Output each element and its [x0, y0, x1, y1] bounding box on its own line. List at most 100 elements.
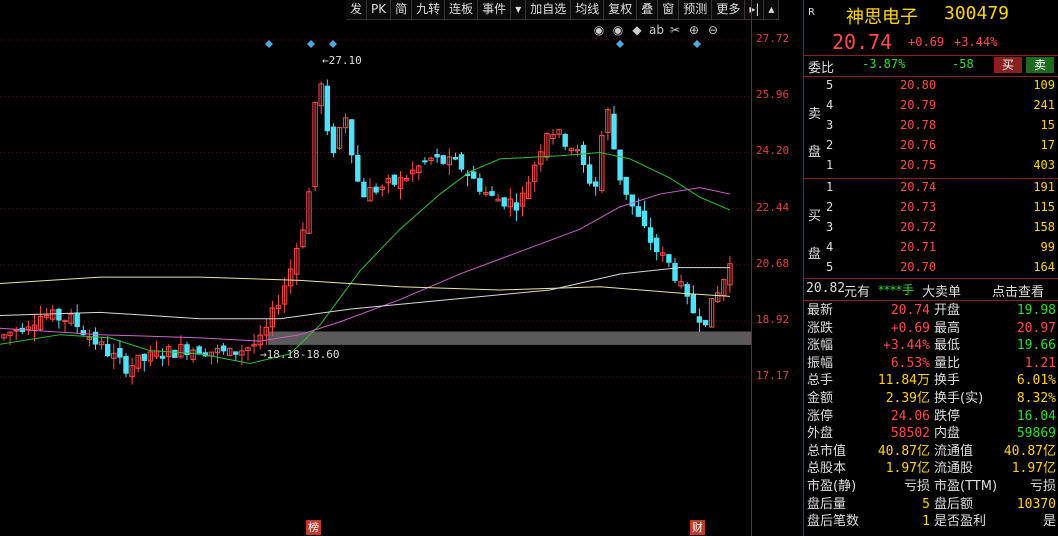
stat-label: 盘后量	[807, 496, 847, 512]
level-volume: 15	[1040, 118, 1055, 132]
stat-label: 最新	[807, 303, 834, 318]
sell-label-char-2: 盘	[808, 145, 822, 160]
level-price: 20.80	[900, 78, 937, 92]
big-order-amount: ****手	[878, 283, 915, 297]
level-index: 5	[826, 260, 834, 274]
stat-value: 亏损	[1029, 479, 1056, 494]
buy-label-char-1: 买	[808, 209, 822, 224]
candle-down	[373, 186, 379, 193]
chart-tool-icons: ◉ ◉ ◆ ab ✂ ⊕ ⊖	[592, 22, 720, 38]
candle-down	[593, 181, 599, 187]
bid-level[interactable]: 3 20.72 158	[804, 219, 1058, 236]
price-axis: 27.72 25.96 24.20 22.44 20.68 18.92 17.17	[751, 0, 804, 536]
axis-tick-label: 22.44	[756, 200, 790, 214]
stat-value: 10370	[1016, 496, 1056, 512]
candle-down	[74, 312, 80, 328]
candle-down	[623, 176, 629, 195]
axis-tick-label: 17.17	[756, 369, 790, 383]
toolbar-item[interactable]: 事件	[478, 0, 512, 19]
candle-down	[233, 351, 239, 355]
stat-value: 58502	[890, 426, 930, 442]
event-diamond-marker[interactable]	[307, 40, 315, 48]
event-diamond-marker[interactable]	[693, 40, 701, 48]
candle-down	[105, 343, 111, 357]
bid-level[interactable]: 1 20.74 191	[804, 179, 1058, 196]
level-price: 20.71	[900, 240, 937, 254]
ab-icon[interactable]: ab	[649, 22, 664, 38]
order-ratio-row: 委比 -3.87% -58 买 卖	[804, 57, 1058, 76]
ask-level[interactable]: 1 20.75 403	[804, 157, 1058, 174]
eye-icon[interactable]: ◉	[611, 22, 625, 38]
ask-level[interactable]: 5 20.80 109	[804, 77, 1058, 94]
toolbar-item[interactable]: PK	[367, 0, 392, 19]
toolbar-item[interactable]: ▾	[511, 0, 527, 19]
toolbar-item[interactable]: 叠	[637, 0, 659, 19]
stat-value: 16.04	[1016, 408, 1056, 424]
bid-level[interactable]: 5 20.70 164	[804, 259, 1058, 276]
eye-icon[interactable]: ◉	[592, 22, 606, 38]
sell-side-label: 卖 盘	[808, 96, 821, 172]
stat-label: 流通股	[934, 461, 974, 477]
candle-down	[666, 254, 672, 263]
plus-icon[interactable]: ⊕	[687, 22, 701, 38]
stat-label: 涨跌	[807, 320, 834, 336]
sell-button[interactable]: 卖	[1026, 57, 1054, 73]
candle-down	[330, 126, 337, 154]
stat-label: 市盈(静)	[807, 479, 857, 494]
candle-down	[141, 353, 148, 361]
bid-level[interactable]: 2 20.73 115	[804, 199, 1058, 216]
candle-down	[580, 144, 587, 165]
toolbar-item[interactable]: 均线	[571, 0, 605, 19]
stat-value: 8.32%	[1016, 391, 1056, 406]
kline-chart-area[interactable]: ←27.10 →18.18-18.60 发 PK 简九转 连板 事件 ▾ 加自选 均线 复权叠窗预…	[0, 0, 803, 536]
toolbar-item[interactable]: 九转	[412, 0, 446, 19]
event-diamond-marker[interactable]	[616, 40, 624, 48]
big-order-link[interactable]: 点击查看	[992, 281, 1044, 300]
toolbar-item[interactable]: 更多	[712, 0, 746, 19]
cai-marker[interactable]: 财	[690, 520, 705, 535]
event-diamond-marker[interactable]	[329, 40, 337, 48]
ask-level[interactable]: 3 20.78 15	[804, 117, 1058, 134]
level-index: 1	[826, 158, 834, 172]
toolbar-item[interactable]: 窗	[658, 0, 680, 19]
scissors-icon[interactable]: ✂	[668, 22, 682, 38]
level-volume: 164	[1033, 260, 1055, 274]
sell-label-char-1: 卖	[808, 107, 822, 122]
stat-label: 量比	[934, 355, 961, 371]
toolbar-item[interactable]: 简	[391, 0, 413, 19]
event-diamond-marker[interactable]	[265, 40, 273, 48]
bang-marker[interactable]: 榜	[306, 520, 321, 535]
candle-down	[586, 164, 593, 184]
level-price: 20.75	[900, 158, 937, 172]
stat-value: 20.74	[890, 303, 930, 318]
toolbar-item[interactable]: 预测	[679, 0, 713, 19]
candle-down	[611, 113, 617, 150]
toolbar-item[interactable]: 发	[346, 0, 368, 19]
candle-down	[123, 356, 129, 374]
buy-button[interactable]: 买	[994, 57, 1022, 73]
stat-value: 亏损	[903, 479, 930, 494]
stat-value: 2.39亿	[885, 391, 930, 406]
toolbar-item[interactable]: 加自选	[526, 0, 572, 19]
candle-down	[159, 355, 166, 359]
candle-down	[501, 197, 507, 207]
level-volume: 17	[1040, 138, 1055, 152]
toolbar-item[interactable]: 连板	[445, 0, 479, 19]
level-index: 3	[826, 220, 834, 234]
ask-level[interactable]: 4 20.79 241	[804, 97, 1058, 114]
candle-down	[684, 284, 690, 297]
candle-down	[220, 345, 227, 352]
bid-level[interactable]: 4 20.71 99	[804, 239, 1058, 256]
stat-value: 1.21	[1024, 355, 1056, 371]
kline-svg[interactable]: ←27.10 →18.18-18.60	[0, 0, 751, 536]
toolbar-item[interactable]: 复权	[604, 0, 638, 19]
last-price: 20.74	[832, 30, 893, 54]
pin-icon[interactable]: ◆	[630, 22, 644, 38]
ask-level[interactable]: 2 20.76 17	[804, 137, 1058, 154]
minus-icon[interactable]: ⊖	[706, 22, 720, 38]
candle-down	[617, 149, 623, 181]
big-order-row[interactable]: 20.82 元有 ****手 大卖单 点击查看	[804, 281, 1058, 300]
stat-value: 40.87亿	[1003, 443, 1056, 459]
ma-line-yellow	[0, 276, 731, 297]
axis-tick-label: 18.92	[756, 313, 790, 326]
